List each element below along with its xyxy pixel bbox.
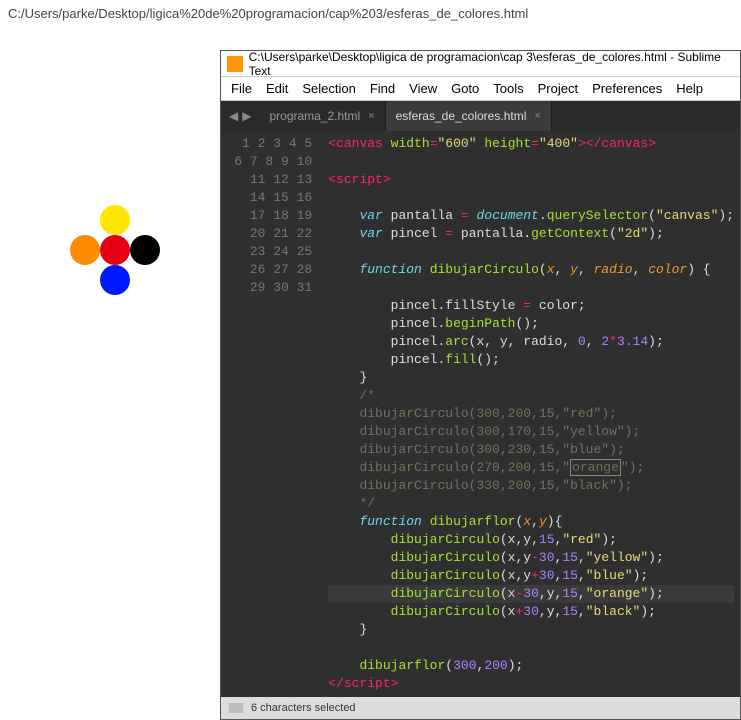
- code-content[interactable]: <canvas width="600" height="400"></canva…: [322, 131, 740, 697]
- menu-view[interactable]: View: [409, 81, 437, 96]
- circle-red: [100, 235, 130, 265]
- close-icon[interactable]: ×: [368, 110, 374, 122]
- menu-selection[interactable]: Selection: [302, 81, 355, 96]
- tab-bar: ◀ ▶ programa_2.html×esferas_de_colores.h…: [221, 101, 740, 131]
- menu-find[interactable]: Find: [370, 81, 395, 96]
- browser-canvas-output: [0, 60, 220, 460]
- tab-nav-arrows[interactable]: ◀ ▶: [221, 101, 259, 131]
- menu-goto[interactable]: Goto: [451, 81, 479, 96]
- line-gutter: 1 2 3 4 5 6 7 8 9 10 11 12 13 14 15 16 1…: [221, 131, 322, 697]
- sublime-window: C:\Users\parke\Desktop\ligica de program…: [220, 50, 741, 720]
- tab-label: programa_2.html: [269, 109, 360, 123]
- menu-preferences[interactable]: Preferences: [592, 81, 662, 96]
- window-title: C:\Users\parke\Desktop\ligica de program…: [249, 50, 734, 78]
- tab-label: esferas_de_colores.html: [396, 109, 527, 123]
- browser-address-bar[interactable]: C:/Users/parke/Desktop/ligica%20de%20pro…: [8, 6, 528, 21]
- status-text: 6 characters selected: [251, 702, 356, 714]
- editor-area[interactable]: 1 2 3 4 5 6 7 8 9 10 11 12 13 14 15 16 1…: [221, 131, 740, 697]
- tab-programa_2-html[interactable]: programa_2.html ×: [259, 101, 385, 131]
- status-icon[interactable]: [229, 703, 243, 713]
- window-titlebar[interactable]: C:\Users\parke\Desktop\ligica de program…: [221, 51, 740, 77]
- menu-edit[interactable]: Edit: [266, 81, 288, 96]
- arrow-right-icon[interactable]: ▶: [242, 109, 251, 123]
- circle-black: [130, 235, 160, 265]
- tab-esferas_de_colores-html[interactable]: esferas_de_colores.html ×: [386, 101, 552, 131]
- menu-project[interactable]: Project: [538, 81, 578, 96]
- menu-bar: File Edit Selection Find View Goto Tools Projec…: [221, 77, 740, 101]
- circle-yellow: [100, 205, 130, 235]
- circle-orange: [70, 235, 100, 265]
- menu-file[interactable]: File: [231, 81, 252, 96]
- status-bar: 6 characters selected: [221, 697, 740, 719]
- menu-help[interactable]: Help: [676, 81, 703, 96]
- close-icon[interactable]: ×: [534, 110, 540, 122]
- menu-tools[interactable]: Tools: [493, 81, 523, 96]
- app-icon: [227, 56, 243, 72]
- arrow-left-icon[interactable]: ◀: [229, 109, 238, 123]
- circle-blue: [100, 265, 130, 295]
